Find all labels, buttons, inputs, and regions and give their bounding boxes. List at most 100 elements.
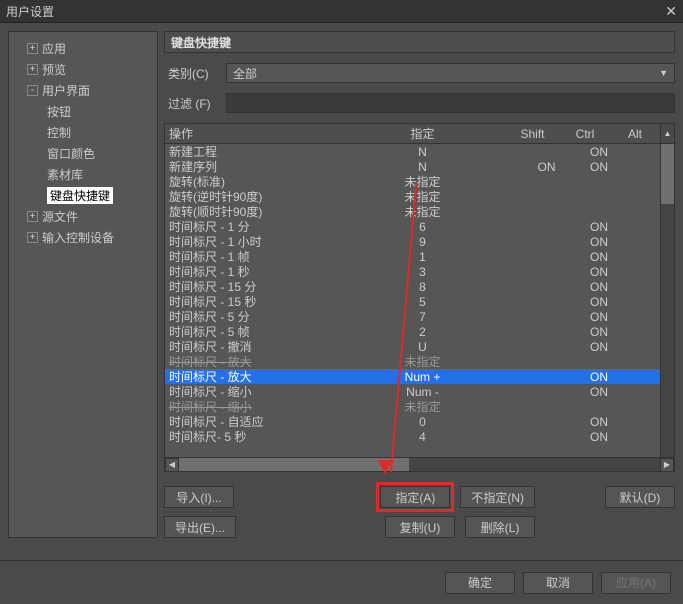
tree-item[interactable]: 控制 bbox=[11, 122, 155, 143]
table-row[interactable]: 时间标尺 - 放大未指定 bbox=[165, 354, 674, 369]
table-row[interactable]: 时间标尺 - 缩小Num -ON bbox=[165, 384, 674, 399]
table-row[interactable]: 时间标尺 - 放大Num +ON bbox=[165, 369, 674, 384]
chevron-down-icon: ▼ bbox=[659, 68, 668, 78]
expand-icon[interactable]: + bbox=[27, 232, 38, 243]
table-row[interactable]: 时间标尺 - 5 帧2ON bbox=[165, 324, 674, 339]
apply-button[interactable]: 应用(A) bbox=[601, 572, 671, 594]
cell-ctrl: ON bbox=[574, 250, 624, 264]
cell-ctrl: ON bbox=[574, 370, 624, 384]
table-row[interactable]: 时间标尺 - 15 分8ON bbox=[165, 279, 674, 294]
cell-assign: 1 bbox=[380, 250, 465, 264]
table-row[interactable]: 时间标尺 - 1 小时9ON bbox=[165, 234, 674, 249]
expand-icon[interactable]: + bbox=[27, 43, 38, 54]
filter-label: 过滤 (F) bbox=[168, 95, 218, 112]
collapse-icon[interactable]: - bbox=[27, 85, 38, 96]
horizontal-scrollbar[interactable]: ◀ ▶ bbox=[165, 457, 674, 471]
cell-ctrl: ON bbox=[574, 235, 624, 249]
cell-ctrl: ON bbox=[574, 145, 624, 159]
copy-button[interactable]: 复制(U) bbox=[385, 516, 455, 538]
tree-item-label: 按钮 bbox=[47, 103, 71, 120]
header-alt[interactable]: Alt bbox=[610, 127, 660, 141]
table-row[interactable]: 时间标尺- 5 秒4ON bbox=[165, 429, 674, 444]
cell-ctrl: ON bbox=[574, 415, 624, 429]
expand-icon[interactable]: + bbox=[27, 64, 38, 75]
tree-item-label: 源文件 bbox=[42, 208, 78, 225]
delete-button[interactable]: 删除(L) bbox=[465, 516, 535, 538]
table-row[interactable]: 旋转(顺时针90度)未指定 bbox=[165, 204, 674, 219]
cell-ctrl: ON bbox=[574, 220, 624, 234]
tree-item[interactable]: + 源文件 bbox=[11, 206, 155, 227]
table-body[interactable]: 新建工程NON新建序列NONON旋转(标准)未指定旋转(逆时针90度)未指定旋转… bbox=[165, 144, 674, 457]
cell-ctrl: ON bbox=[574, 295, 624, 309]
cell-assign: 未指定 bbox=[380, 353, 465, 370]
expand-icon[interactable]: + bbox=[27, 211, 38, 222]
cell-ctrl: ON bbox=[574, 340, 624, 354]
table-row[interactable]: 时间标尺 - 缩小未指定 bbox=[165, 399, 674, 414]
cell-action: 时间标尺- 5 秒 bbox=[165, 428, 380, 445]
cancel-button[interactable]: 取消 bbox=[523, 572, 593, 594]
tree-item-label: 用户界面 bbox=[42, 82, 90, 99]
table-row[interactable]: 时间标尺 - 撤消UON bbox=[165, 339, 674, 354]
tree-item[interactable]: 素材库 bbox=[11, 164, 155, 185]
filter-input[interactable] bbox=[226, 93, 675, 113]
scroll-left-icon[interactable]: ◀ bbox=[165, 458, 179, 472]
cell-assign: 4 bbox=[380, 430, 465, 444]
tree-item[interactable]: + 应用 bbox=[11, 38, 155, 59]
cell-ctrl: ON bbox=[574, 280, 624, 294]
close-icon[interactable]: ✕ bbox=[665, 3, 677, 20]
cell-assign: N bbox=[380, 145, 465, 159]
cell-ctrl: ON bbox=[574, 160, 624, 174]
cell-ctrl: ON bbox=[574, 385, 624, 399]
header-assign[interactable]: 指定 bbox=[380, 125, 465, 142]
scrollbar-thumb[interactable] bbox=[661, 144, 674, 204]
table-row[interactable]: 时间标尺 - 1 秒3ON bbox=[165, 264, 674, 279]
tree-item-label: 预览 bbox=[42, 61, 66, 78]
scroll-right-icon[interactable]: ▶ bbox=[660, 458, 674, 472]
panel-title: 键盘快捷键 bbox=[164, 31, 675, 53]
cell-assign: U bbox=[380, 340, 465, 354]
table-row[interactable]: 时间标尺 - 5 分7ON bbox=[165, 309, 674, 324]
tree-item-label: 窗口颜色 bbox=[47, 145, 95, 162]
tree-item-label: 素材库 bbox=[47, 166, 83, 183]
tree-item[interactable]: 键盘快捷键 bbox=[11, 185, 155, 206]
hscroll-thumb[interactable] bbox=[179, 458, 409, 471]
scroll-up-icon[interactable]: ▲ bbox=[660, 124, 674, 143]
table-row[interactable]: 时间标尺 - 1 帧1ON bbox=[165, 249, 674, 264]
assign-button[interactable]: 指定(A) bbox=[380, 486, 450, 508]
tree-item[interactable]: + 预览 bbox=[11, 59, 155, 80]
category-label: 类别(C) bbox=[168, 65, 218, 82]
cell-assign: N bbox=[380, 160, 465, 174]
cell-assign: Num + bbox=[380, 370, 465, 384]
tree-item[interactable]: + 输入控制设备 bbox=[11, 227, 155, 248]
tree-item-label: 键盘快捷键 bbox=[47, 187, 113, 204]
tree-item[interactable]: -用户界面 bbox=[11, 80, 155, 101]
export-button[interactable]: 导出(E)... bbox=[164, 516, 236, 538]
cell-assign: 6 bbox=[380, 220, 465, 234]
category-dropdown[interactable]: 全部 ▼ bbox=[226, 63, 675, 83]
vertical-scrollbar[interactable] bbox=[660, 144, 674, 457]
cell-assign: Num - bbox=[380, 385, 465, 399]
tree-item-label: 控制 bbox=[47, 124, 71, 141]
tree-item[interactable]: 按钮 bbox=[11, 101, 155, 122]
tree-item[interactable]: 窗口颜色 bbox=[11, 143, 155, 164]
import-button[interactable]: 导入(I)... bbox=[164, 486, 234, 508]
cell-assign: 2 bbox=[380, 325, 465, 339]
table-row[interactable]: 时间标尺 - 自适应0ON bbox=[165, 414, 674, 429]
window-title: 用户设置 bbox=[6, 3, 54, 20]
unassign-button[interactable]: 不指定(N) bbox=[460, 486, 535, 508]
header-shift[interactable]: Shift bbox=[505, 127, 560, 141]
table-row[interactable]: 旋转(标准)未指定 bbox=[165, 174, 674, 189]
table-row[interactable]: 时间标尺 - 15 秒5ON bbox=[165, 294, 674, 309]
default-button[interactable]: 默认(D) bbox=[605, 486, 675, 508]
table-row[interactable]: 新建序列NONON bbox=[165, 159, 674, 174]
table-row[interactable]: 旋转(逆时针90度)未指定 bbox=[165, 189, 674, 204]
table-row[interactable]: 时间标尺 - 1 分6ON bbox=[165, 219, 674, 234]
tree-item-label: 输入控制设备 bbox=[42, 229, 114, 246]
header-action[interactable]: 操作 bbox=[165, 125, 380, 142]
tree-item-label: 应用 bbox=[42, 40, 66, 57]
ok-button[interactable]: 确定 bbox=[445, 572, 515, 594]
settings-tree[interactable]: +应用+预览-用户界面按钮控制窗口颜色素材库键盘快捷键+源文件+输入控制设备 bbox=[8, 31, 158, 538]
cell-assign: 未指定 bbox=[380, 398, 465, 415]
header-ctrl[interactable]: Ctrl bbox=[560, 127, 610, 141]
table-row[interactable]: 新建工程NON bbox=[165, 144, 674, 159]
